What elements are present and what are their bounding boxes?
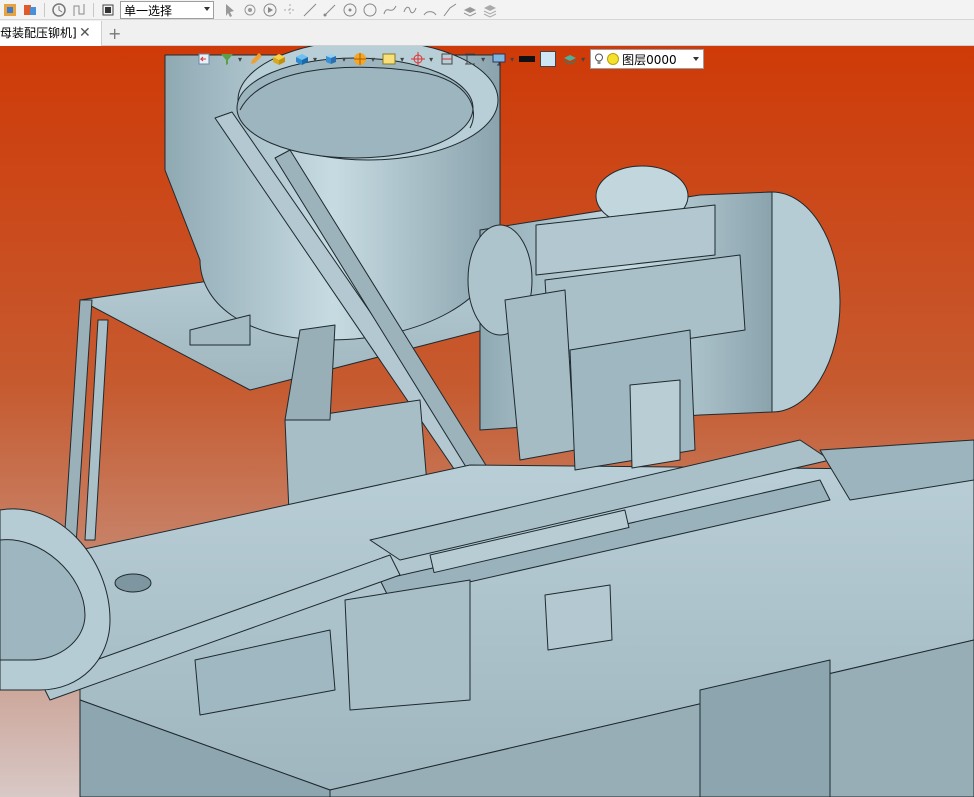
chevron-down-icon[interactable]: ▾: [429, 55, 433, 64]
chevron-down-icon[interactable]: ▾: [481, 55, 485, 64]
layer-color-icon: [607, 53, 620, 65]
tab-document[interactable]: 母装配压铆机] ✕: [0, 21, 102, 46]
undo-view-icon[interactable]: [195, 50, 213, 68]
chevron-down-icon[interactable]: ▾: [238, 55, 242, 64]
chevron-down-icon[interactable]: ▾: [581, 55, 585, 64]
path-icon[interactable]: [71, 2, 87, 18]
point-icon[interactable]: [282, 2, 298, 18]
3d-viewport[interactable]: ▾ ▾ ▾ ▾ ▾ ▾ ▾ ▾ ▾ 图层0000: [0, 46, 974, 797]
chevron-down-icon[interactable]: ▾: [510, 55, 514, 64]
box-blue-icon[interactable]: [293, 50, 311, 68]
selection-mode-select[interactable]: 单一选择: [120, 0, 214, 19]
toolbar-separator: [93, 2, 94, 17]
pencil-icon[interactable]: [247, 50, 265, 68]
display-icon[interactable]: [380, 50, 398, 68]
stack-icon[interactable]: [462, 2, 478, 18]
pressing-fixture: [344, 579, 471, 711]
lightbulb-icon[interactable]: [594, 53, 604, 65]
layers-icon[interactable]: [482, 2, 498, 18]
segment-icon[interactable]: [322, 2, 338, 18]
layer-stack-icon[interactable]: [561, 50, 579, 68]
section-icon[interactable]: [438, 50, 456, 68]
stop-icon[interactable]: [100, 2, 116, 18]
app-icon[interactable]: [2, 2, 18, 18]
cad-model: [0, 46, 974, 797]
fill-color-swatch[interactable]: [540, 51, 557, 67]
chevron-down-icon: [204, 6, 210, 11]
chevron-down-icon[interactable]: ▾: [371, 55, 375, 64]
clock-icon[interactable]: [51, 2, 67, 18]
chevron-down-icon: [693, 57, 700, 61]
render-mode-icon[interactable]: [351, 50, 369, 68]
crosshair-icon[interactable]: [409, 50, 427, 68]
add-tab-button[interactable]: +: [108, 21, 121, 46]
layer-select[interactable]: 图层0000: [590, 49, 705, 69]
main-toolbar: 单一选择: [0, 0, 974, 20]
clamp-block: [544, 584, 613, 651]
tab-label: 母装配压铆机]: [0, 26, 77, 40]
pointer-icon[interactable]: [222, 2, 238, 18]
press-ram: [629, 379, 681, 469]
line-icon[interactable]: [302, 2, 318, 18]
toolbar-separator: [44, 2, 45, 17]
circle-point-icon[interactable]: [342, 2, 358, 18]
line-color-swatch[interactable]: [519, 56, 536, 62]
view-cube-icon[interactable]: [322, 50, 340, 68]
box-yellow-icon[interactable]: [270, 50, 288, 68]
circle-icon[interactable]: [362, 2, 378, 18]
arc-icon[interactable]: [422, 2, 438, 18]
measure-icon[interactable]: [461, 50, 479, 68]
view-toolbar: ▾ ▾ ▾ ▾ ▾ ▾ ▾ ▾ ▾ 图层0000: [195, 48, 705, 70]
monitor-icon[interactable]: [490, 50, 508, 68]
layer-name: 图层0000: [622, 52, 677, 67]
chevron-down-icon[interactable]: ▾: [313, 55, 317, 64]
close-icon[interactable]: ✕: [79, 21, 91, 46]
spline-icon[interactable]: [382, 2, 398, 18]
selection-mode-value: 单一选择: [124, 3, 173, 18]
document-tabbar: 母装配压铆机] ✕ +: [0, 21, 974, 46]
play-icon[interactable]: [262, 2, 278, 18]
polyline-icon[interactable]: [442, 2, 458, 18]
table-hole: [114, 573, 152, 593]
filter-icon[interactable]: [218, 50, 236, 68]
assembly-icon[interactable]: [22, 2, 38, 18]
chevron-down-icon[interactable]: ▾: [400, 55, 404, 64]
rotate-icon[interactable]: [242, 2, 258, 18]
press-column: [504, 289, 576, 461]
curve-icon[interactable]: [402, 2, 418, 18]
bowl-feeder-inner: [236, 57, 474, 159]
chevron-down-icon[interactable]: ▾: [342, 55, 346, 64]
